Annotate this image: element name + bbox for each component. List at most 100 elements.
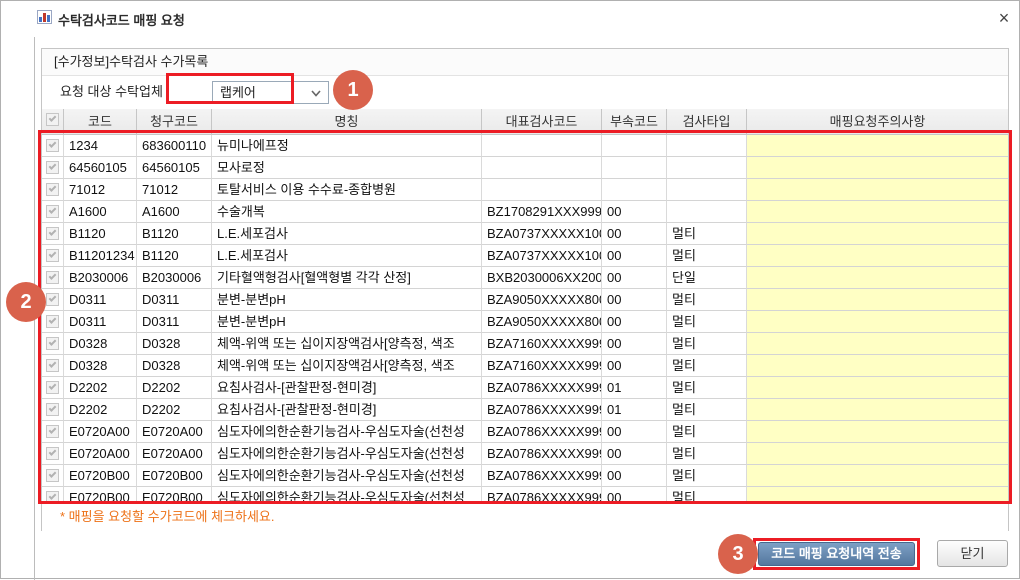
check-icon xyxy=(49,316,57,324)
cell-mapping-note[interactable] xyxy=(747,487,1008,501)
cell-name: 분변-분변pH xyxy=(212,289,482,311)
cell-claim-code: D0328 xyxy=(137,333,212,355)
cell-mapping-note[interactable] xyxy=(747,179,1008,201)
cell-claim-code: E0720B00 xyxy=(137,487,212,501)
row-checkbox[interactable] xyxy=(46,403,59,416)
cell-rep-code xyxy=(482,179,602,201)
table-row[interactable]: D2202D2202요침사검사-[관찰판정-현미경]BZA0786XXXXX99… xyxy=(42,377,1008,399)
table-row[interactable]: E0720B00E0720B00심도자에의한순환기능검사-우심도자술(선천성BZ… xyxy=(42,465,1008,487)
table-row[interactable]: D0311D0311분변-분변pHBZA9050XXXXX80000멀티 xyxy=(42,311,1008,333)
cell-mapping-note[interactable] xyxy=(747,355,1008,377)
select-all-checkbox[interactable] xyxy=(46,113,59,126)
row-checkbox[interactable] xyxy=(46,315,59,328)
header-sub-code[interactable]: 부속코드 xyxy=(602,109,667,135)
cell-claim-code: D0311 xyxy=(137,311,212,333)
cell-sub-code: 00 xyxy=(602,245,667,267)
cell-claim-code: D0328 xyxy=(137,355,212,377)
check-icon xyxy=(49,448,57,456)
close-icon[interactable]: × xyxy=(991,5,1017,31)
row-checkbox-cell xyxy=(42,157,64,179)
check-icon xyxy=(49,426,57,434)
row-checkbox[interactable] xyxy=(46,249,59,262)
cell-rep-code: BZA0786XXXXX999 xyxy=(482,465,602,487)
table-row[interactable]: E0720B00E0720B00심도자에의한순환기능검사-우심도자술(선천성BZ… xyxy=(42,487,1008,501)
cell-test-type: 멀티 xyxy=(667,311,747,333)
row-checkbox[interactable] xyxy=(46,205,59,218)
cell-test-type: 멀티 xyxy=(667,465,747,487)
table-row[interactable]: B11201234B1120L.E.세포검사BZA0737XXXXX10000멀… xyxy=(42,245,1008,267)
cell-mapping-note[interactable] xyxy=(747,399,1008,421)
cell-test-type xyxy=(667,135,747,157)
cell-mapping-note[interactable] xyxy=(747,267,1008,289)
header-claim-code[interactable]: 청구코드 xyxy=(137,109,212,135)
header-mapping-note[interactable]: 매핑요청주의사항 xyxy=(747,109,1008,135)
cell-mapping-note[interactable] xyxy=(747,333,1008,355)
cell-rep-code: BZA0786XXXXX999 xyxy=(482,421,602,443)
table-row[interactable]: D2202D2202요침사검사-[관찰판정-현미경]BZA0786XXXXX99… xyxy=(42,399,1008,421)
window-edge-line xyxy=(34,1,35,580)
table-row[interactable]: 6456010564560105모사로정 xyxy=(42,157,1008,179)
row-checkbox-cell xyxy=(42,355,64,377)
cell-code: D0311 xyxy=(64,311,137,333)
row-checkbox-cell xyxy=(42,333,64,355)
table-row[interactable]: E0720A00E0720A00심도자에의한순환기능검사-우심도자술(선천성BZ… xyxy=(42,443,1008,465)
vendor-dropdown[interactable]: 랩케어 xyxy=(212,81,329,104)
send-mapping-request-button[interactable]: 코드 매핑 요청내역 전송 xyxy=(758,542,915,566)
close-button[interactable]: 닫기 xyxy=(937,540,1008,567)
header-name[interactable]: 명칭 xyxy=(212,109,482,135)
footer-note: * 매핑을 요청할 수가코드에 체크하세요. xyxy=(42,501,1008,532)
cell-name: 분변-분변pH xyxy=(212,311,482,333)
row-checkbox[interactable] xyxy=(46,271,59,284)
dialog-title: 수탁검사코드 매핑 요청 xyxy=(58,10,185,29)
cell-mapping-note[interactable] xyxy=(747,421,1008,443)
cell-test-type: 멀티 xyxy=(667,289,747,311)
row-checkbox[interactable] xyxy=(46,183,59,196)
row-checkbox[interactable] xyxy=(46,359,59,372)
table-row[interactable]: A1600A1600수술개복BZ1708291XXX99900 xyxy=(42,201,1008,223)
table-row[interactable]: D0328D0328체액-위액 또는 십이지장액검사[양측정, 색조BZA716… xyxy=(42,333,1008,355)
table-row[interactable]: D0311D0311분변-분변pHBZA9050XXXXX80000멀티 xyxy=(42,289,1008,311)
header-test-type[interactable]: 검사타입 xyxy=(667,109,747,135)
row-checkbox[interactable] xyxy=(46,469,59,482)
row-checkbox[interactable] xyxy=(46,337,59,350)
table-row[interactable]: B1120B1120L.E.세포검사BZA0737XXXXX10000멀티 xyxy=(42,223,1008,245)
table-row[interactable]: E0720A00E0720A00심도자에의한순환기능검사-우심도자술(선천성BZ… xyxy=(42,421,1008,443)
cell-mapping-note[interactable] xyxy=(747,201,1008,223)
cell-sub-code xyxy=(602,157,667,179)
row-checkbox[interactable] xyxy=(46,227,59,240)
row-checkbox[interactable] xyxy=(46,161,59,174)
row-checkbox[interactable] xyxy=(46,139,59,152)
table-row[interactable]: 1234683600110뉴미나에프정 xyxy=(42,135,1008,157)
cell-mapping-note[interactable] xyxy=(747,289,1008,311)
cell-code: D0328 xyxy=(64,333,137,355)
cell-code: 64560105 xyxy=(64,157,137,179)
table-row[interactable]: B2030006B2030006기타혈액형검사[혈액형별 각각 산정]BXB20… xyxy=(42,267,1008,289)
header-code[interactable]: 코드 xyxy=(64,109,137,135)
row-checkbox-cell xyxy=(42,179,64,201)
cell-name: 수술개복 xyxy=(212,201,482,223)
cell-test-type: 멀티 xyxy=(667,355,747,377)
cell-mapping-note[interactable] xyxy=(747,465,1008,487)
cell-mapping-note[interactable] xyxy=(747,223,1008,245)
cell-mapping-note[interactable] xyxy=(747,377,1008,399)
cell-test-type: 멀티 xyxy=(667,487,747,501)
cell-mapping-note[interactable] xyxy=(747,311,1008,333)
dialog-window: 수탁검사코드 매핑 요청 × [수가정보]수탁검사 수가목록 요청 대상 수탁업… xyxy=(0,0,1020,579)
cell-mapping-note[interactable] xyxy=(747,135,1008,157)
row-checkbox-cell xyxy=(42,487,64,501)
table-row[interactable]: D0328D0328체액-위액 또는 십이지장액검사[양측정, 색조BZA716… xyxy=(42,355,1008,377)
cell-mapping-note[interactable] xyxy=(747,157,1008,179)
row-checkbox-cell xyxy=(42,135,64,157)
row-checkbox[interactable] xyxy=(46,491,59,501)
row-checkbox[interactable] xyxy=(46,425,59,438)
header-rep-code[interactable]: 대표검사코드 xyxy=(482,109,602,135)
row-checkbox[interactable] xyxy=(46,447,59,460)
row-checkbox[interactable] xyxy=(46,381,59,394)
row-checkbox[interactable] xyxy=(46,293,59,306)
table-row[interactable]: 7101271012토탈서비스 이용 수수료-종합병원 xyxy=(42,179,1008,201)
cell-mapping-note[interactable] xyxy=(747,245,1008,267)
cell-code: A1600 xyxy=(64,201,137,223)
cell-sub-code: 00 xyxy=(602,421,667,443)
cell-code: D2202 xyxy=(64,377,137,399)
cell-mapping-note[interactable] xyxy=(747,443,1008,465)
